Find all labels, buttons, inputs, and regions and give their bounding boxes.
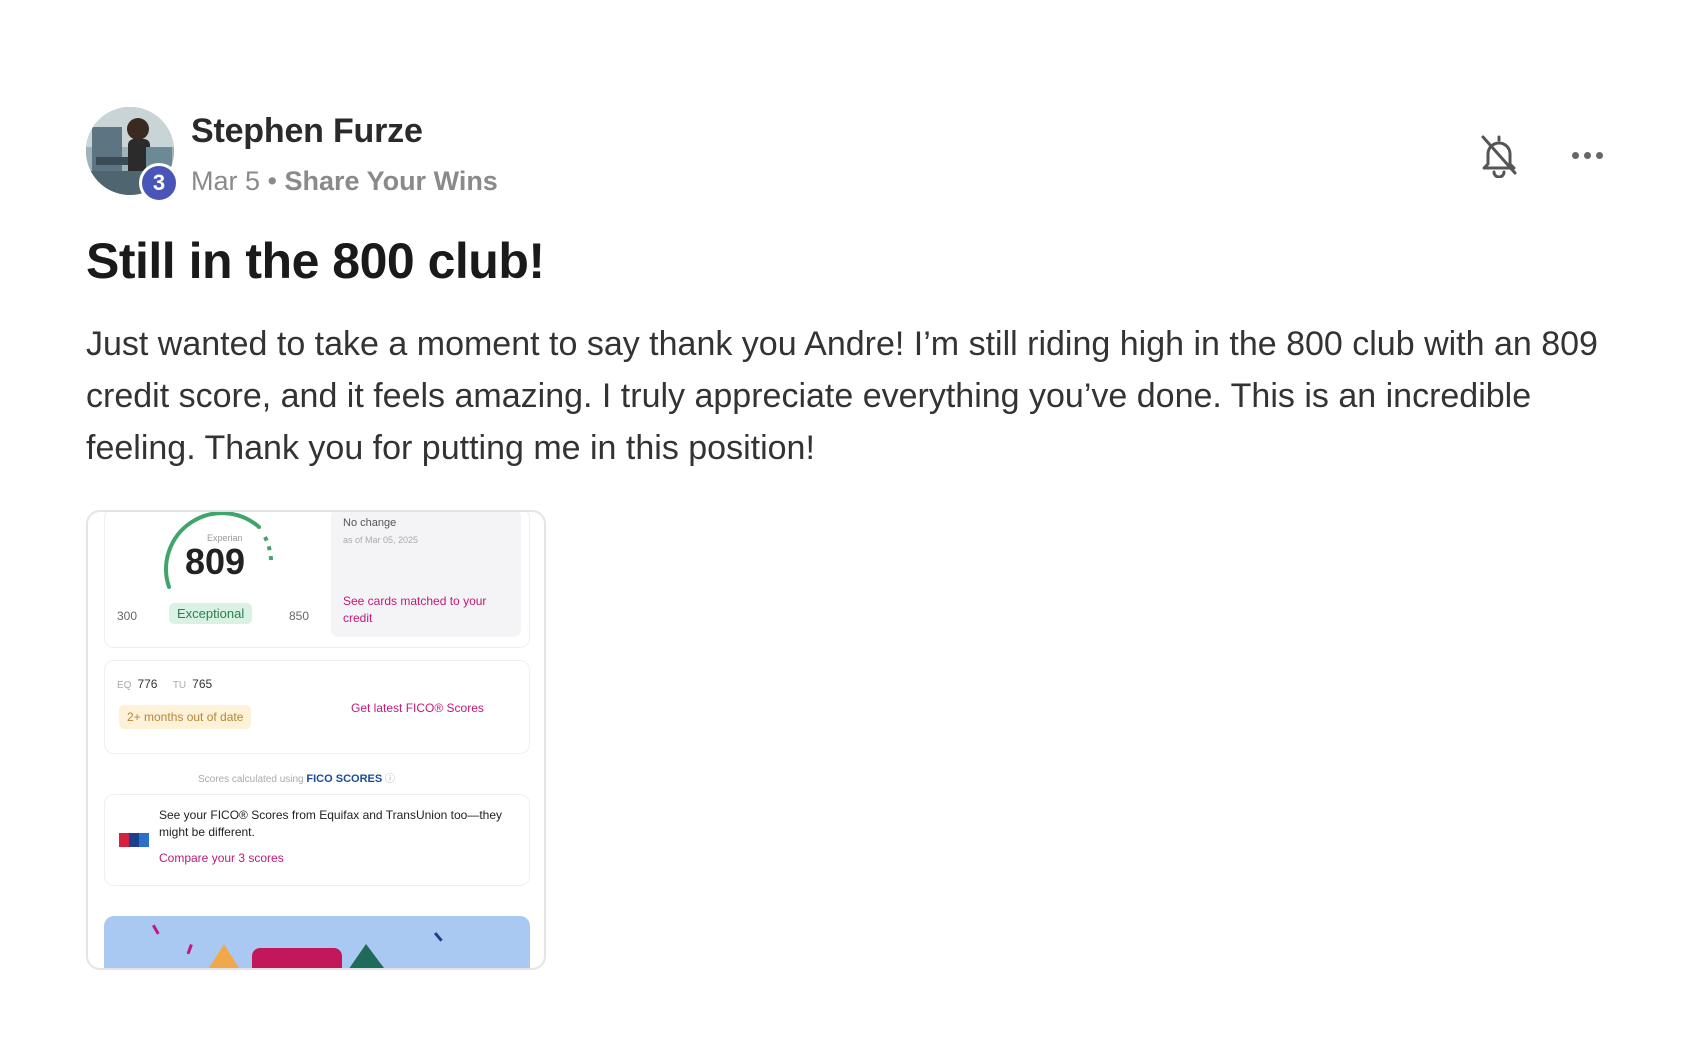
as-of-date: as of Mar 05, 2025	[343, 535, 419, 545]
more-options-icon[interactable]	[1566, 142, 1608, 168]
post-meta: Mar 5 • Share Your Wins	[191, 166, 498, 197]
compare-text: See your FICO® Scores from Equifax and T…	[159, 808, 502, 839]
meta-separator: •	[267, 166, 277, 196]
stale-badge: 2+ months out of date	[119, 705, 252, 729]
promo-banner	[104, 916, 530, 968]
post-date[interactable]: Mar 5	[191, 166, 260, 196]
score-a: 776	[137, 677, 158, 691]
bureau-scores-card: EQ 776 TU 765 2+ months out of date Get la…	[104, 660, 530, 754]
rating-badge: Exceptional	[169, 603, 253, 624]
range-high: 850	[289, 609, 310, 623]
fico-link: Get latest FICO® Scores	[351, 701, 484, 715]
calc-label: Scores calculated using	[198, 774, 304, 785]
transunion-icon: TU	[172, 680, 187, 691]
bureau-scores: EQ 776 TU 765	[117, 677, 212, 691]
range-low: 300	[117, 609, 138, 623]
score-card: Experian 809 300 Exceptional 850 No chan…	[104, 512, 530, 648]
score-b: 765	[192, 677, 213, 691]
calc-line: Scores calculated using FICO SCORES ⓘ	[198, 770, 395, 785]
equifax-icon: EQ	[117, 680, 132, 691]
author-avatar-wrap[interactable]: 3	[86, 107, 179, 203]
fico-brand: FICO SCORES	[306, 773, 383, 785]
level-badge: 3	[139, 163, 179, 203]
credit-score: 809	[185, 541, 246, 582]
post-body: Just wanted to take a moment to say than…	[86, 325, 1598, 467]
info-icon: ⓘ	[384, 774, 395, 785]
cards-link: See cards matched to your credit	[343, 594, 487, 625]
bell-off-icon[interactable]	[1478, 132, 1520, 179]
compare-link: Compare your 3 scores	[159, 851, 284, 865]
compare-card: See your FICO® Scores from Equifax and T…	[104, 794, 530, 886]
author-name[interactable]: Stephen Furze	[191, 112, 423, 151]
post-title: Still in the 800 club!	[86, 233, 545, 289]
post-category[interactable]: Share Your Wins	[285, 166, 498, 196]
no-change-label: No change	[343, 517, 397, 529]
three-bureau-icon	[119, 833, 149, 847]
score-side-panel: No change as of Mar 05, 2025 See cards m…	[331, 512, 521, 637]
attached-image[interactable]: Experian 809 300 Exceptional 850 No chan…	[86, 510, 546, 970]
post-card: 3 Stephen Furze Mar 5 • Share Your Wins …	[0, 0, 1700, 1063]
